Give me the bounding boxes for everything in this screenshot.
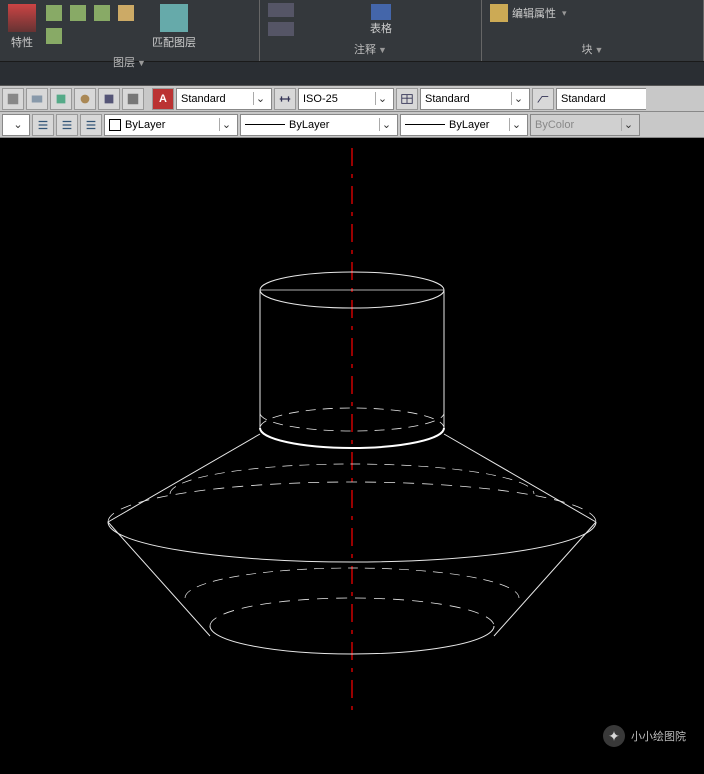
layer-value: ByLayer bbox=[125, 119, 215, 131]
properties-button[interactable]: 特性 bbox=[6, 2, 38, 52]
lineweight-value: ByLayer bbox=[449, 119, 505, 131]
layer-icon-2 bbox=[70, 5, 86, 21]
linetype-value: ByLayer bbox=[289, 119, 375, 131]
layer-tool-1[interactable] bbox=[44, 4, 64, 23]
dropdown-icon: ▾ bbox=[562, 8, 567, 19]
layer-color-swatch bbox=[109, 119, 121, 131]
layer-icon-1 bbox=[46, 5, 62, 21]
chevron-down-icon: ⌄ bbox=[511, 92, 525, 105]
linetype-preview bbox=[245, 124, 285, 125]
layer-tool-3[interactable] bbox=[92, 4, 112, 23]
dropdown-icon: ▼ bbox=[595, 45, 604, 55]
text-icon bbox=[268, 3, 294, 17]
table-style-icon[interactable] bbox=[396, 88, 418, 110]
mleader-style-icon[interactable] bbox=[532, 88, 554, 110]
watermark: ✦ 小小绘图院 bbox=[603, 725, 686, 747]
edit-attr-button[interactable]: 编辑属性 ▾ bbox=[488, 2, 569, 24]
tool-icon-3[interactable] bbox=[50, 88, 72, 110]
match-layer-button[interactable]: 匹配图层 bbox=[150, 2, 198, 52]
plotstyle-value: ByColor bbox=[535, 119, 617, 131]
table-icon bbox=[371, 4, 391, 20]
chevron-down-icon: ⌄ bbox=[253, 92, 267, 105]
table-style-dropdown[interactable]: Standard ⌄ bbox=[420, 88, 530, 110]
layer-dropdown[interactable]: ByLayer ⌄ bbox=[104, 114, 238, 136]
dim-style-value: ISO-25 bbox=[303, 93, 371, 105]
dropdown-icon: ▼ bbox=[137, 58, 146, 68]
layer-state-icon-3[interactable] bbox=[80, 114, 102, 136]
chevron-down-icon: ⌄ bbox=[11, 118, 25, 131]
chevron-down-icon: ⌄ bbox=[379, 118, 393, 131]
layer-tool-2[interactable] bbox=[68, 4, 88, 23]
layer-state-icon-2[interactable] bbox=[56, 114, 78, 136]
layer-tool-5[interactable] bbox=[44, 27, 64, 46]
wechat-icon: ✦ bbox=[603, 725, 625, 747]
text-style-dropdown[interactable]: Standard ⌄ bbox=[176, 88, 272, 110]
layer-state-icon-1[interactable] bbox=[32, 114, 54, 136]
properties-toolbar: ⌄ ByLayer ⌄ ByLayer ⌄ ByLayer ⌄ ByColor ⌄ bbox=[0, 112, 704, 138]
table-style-value: Standard bbox=[425, 93, 507, 105]
layer-icon-3 bbox=[94, 5, 110, 21]
panel-title-annotation[interactable]: 注释▼ bbox=[266, 39, 475, 59]
properties-icon bbox=[8, 4, 36, 32]
properties-label: 特性 bbox=[11, 34, 33, 50]
tool-icon-5[interactable] bbox=[98, 88, 120, 110]
panel-title-block[interactable]: 块▼ bbox=[488, 39, 697, 59]
layer-icon-5 bbox=[46, 28, 62, 44]
match-layer-label: 匹配图层 bbox=[152, 34, 196, 50]
layer-icon-4 bbox=[118, 5, 134, 21]
mleader-style-value: Standard bbox=[561, 93, 642, 105]
tool-icon-4[interactable] bbox=[74, 88, 96, 110]
dim-style-icon[interactable] bbox=[274, 88, 296, 110]
edit-attr-icon bbox=[490, 4, 508, 22]
ribbon-panel-annotation: 表格 注释▼ bbox=[260, 0, 482, 61]
match-layer-icon bbox=[160, 4, 188, 32]
dim-style-dropdown[interactable]: ISO-25 ⌄ bbox=[298, 88, 394, 110]
tool-icon-2[interactable] bbox=[26, 88, 48, 110]
chevron-down-icon: ⌄ bbox=[621, 118, 635, 131]
tool-icon-6[interactable] bbox=[122, 88, 144, 110]
mleader-style-dropdown[interactable]: Standard bbox=[556, 88, 646, 110]
table-label: 表格 bbox=[370, 20, 392, 36]
text-style-icon[interactable]: A bbox=[152, 88, 174, 110]
edit-attr-label: 编辑属性 bbox=[512, 5, 556, 21]
dropdown-icon: ▼ bbox=[378, 45, 387, 55]
chevron-down-icon: ⌄ bbox=[509, 118, 523, 131]
unknown-dropdown[interactable]: ⌄ bbox=[2, 114, 30, 136]
ribbon-panel-block: 编辑属性 ▾ 块▼ bbox=[482, 0, 704, 61]
anno-tool-2[interactable] bbox=[266, 21, 296, 38]
table-button[interactable]: 表格 bbox=[368, 2, 394, 38]
lineweight-dropdown[interactable]: ByLayer ⌄ bbox=[400, 114, 528, 136]
drawing-canvas[interactable]: ✦ 小小绘图院 bbox=[0, 138, 704, 771]
chevron-down-icon: ⌄ bbox=[219, 118, 233, 131]
ribbon: 特性 匹配图层 图层▼ 表格 bbox=[0, 0, 704, 62]
layer-tool-4[interactable] bbox=[116, 4, 136, 23]
ribbon-panel-layers: 特性 匹配图层 图层▼ bbox=[0, 0, 260, 61]
text-style-value: Standard bbox=[181, 93, 249, 105]
panel-title-layers[interactable]: 图层▼ bbox=[6, 52, 253, 72]
plotstyle-dropdown[interactable]: ByColor ⌄ bbox=[530, 114, 640, 136]
linetype-dropdown[interactable]: ByLayer ⌄ bbox=[240, 114, 398, 136]
dim-icon bbox=[268, 22, 294, 36]
tool-icon-1[interactable] bbox=[2, 88, 24, 110]
anno-tool-1[interactable] bbox=[266, 2, 296, 19]
styles-toolbar: A Standard ⌄ ISO-25 ⌄ Standard ⌄ Standard bbox=[0, 86, 704, 112]
lineweight-preview bbox=[405, 124, 445, 125]
chevron-down-icon: ⌄ bbox=[375, 92, 389, 105]
cad-drawing bbox=[0, 138, 704, 771]
watermark-text: 小小绘图院 bbox=[631, 728, 686, 744]
